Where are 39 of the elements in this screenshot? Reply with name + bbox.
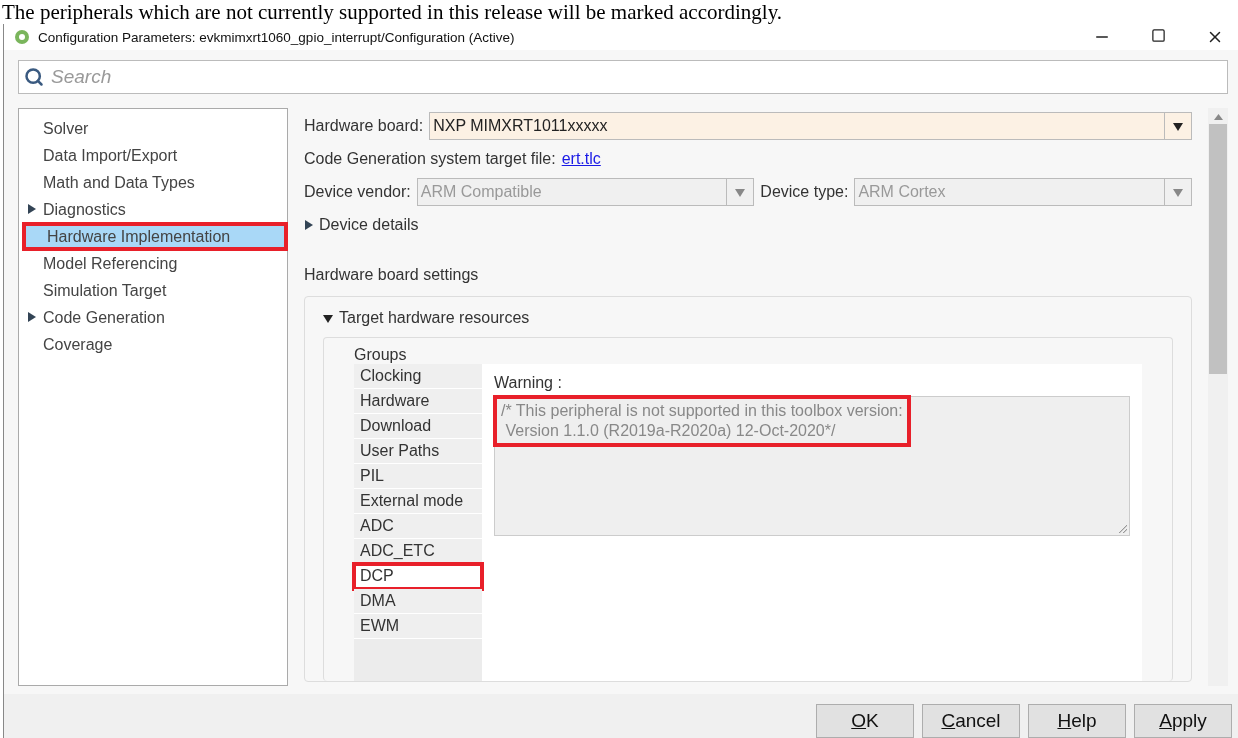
field-label: Hardware board:	[304, 117, 424, 135]
tree-item[interactable]: Data Import/Export	[19, 142, 287, 169]
app-icon	[14, 29, 30, 45]
group-item[interactable]: DCP	[354, 564, 482, 589]
dialog-button[interactable]: Cancel	[922, 704, 1020, 738]
dialog-button[interactable]: OK	[816, 704, 914, 738]
search-icon	[24, 67, 44, 87]
dialog-button[interactable]: Apply	[1134, 704, 1232, 738]
resize-grip-icon[interactable]	[1119, 525, 1127, 533]
expand-icon[interactable]	[27, 311, 36, 322]
field-label: Code Generation system target file:	[304, 150, 556, 168]
device-details-toggle[interactable]: Device details	[304, 216, 1192, 234]
scroll-up-icon[interactable]	[1213, 114, 1223, 120]
tree-item[interactable]: Diagnostics	[19, 196, 287, 223]
tree-item[interactable]: Hardware Implementation	[23, 223, 287, 250]
tree-item[interactable]: Code Generation	[19, 304, 287, 331]
tree-item[interactable]: Math and Data Types	[19, 169, 287, 196]
window-title: Configuration Parameters: evkmimxrt1060_gpio_interrupt/Configuration (Active)	[38, 29, 515, 45]
groups-title: Groups	[354, 346, 408, 364]
tree-item[interactable]: Coverage	[19, 331, 287, 358]
section-toggle[interactable]: Target hardware resources	[323, 309, 1173, 327]
scrollbar[interactable]	[1208, 108, 1228, 686]
tree-item[interactable]: Model Referencing	[19, 250, 287, 277]
field-label: Device type:	[760, 183, 849, 201]
dropdown-caret-icon[interactable]	[1173, 121, 1183, 131]
expand-icon[interactable]	[304, 220, 313, 230]
tree-item[interactable]: Solver	[19, 115, 287, 142]
warning-label: Warning :	[494, 374, 563, 392]
section-title: Hardware board settings	[304, 266, 480, 284]
collapse-icon[interactable]	[323, 313, 333, 323]
hardware-board-dropdown[interactable]: NXP MIMXRT1011xxxxx	[429, 112, 1192, 140]
search-field[interactable]: Search	[18, 60, 1228, 94]
tree-item[interactable]: Simulation Target	[19, 277, 287, 304]
expand-icon[interactable]	[27, 203, 36, 214]
maximize-icon[interactable]	[1151, 28, 1166, 43]
document-caption: The peripherals which are not currently supported in this release will be marked accordingly.	[1, 0, 784, 24]
target-file-link[interactable]: ert.tlc	[561, 150, 601, 168]
dialog-button[interactable]: Help	[1028, 704, 1126, 738]
field-label: Device vendor:	[304, 183, 411, 201]
